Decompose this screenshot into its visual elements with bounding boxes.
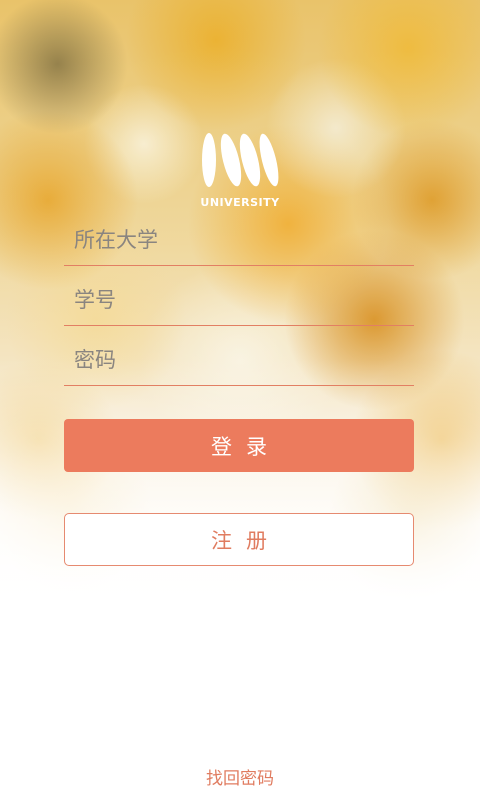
app-logo: UNIVERSITY — [190, 132, 290, 212]
university-field — [64, 205, 414, 266]
university-input[interactable] — [74, 223, 404, 257]
register-button[interactable]: 注册 — [64, 513, 414, 566]
login-button[interactable]: 登录 — [64, 419, 414, 472]
background-fade — [0, 0, 480, 800]
password-input[interactable] — [74, 343, 404, 377]
student-id-input[interactable] — [74, 283, 404, 317]
forgot-password-link[interactable]: 找回密码 — [0, 764, 480, 789]
university-logo-icon — [202, 133, 279, 187]
login-screen: UNIVERSITY 登录 注册 找回密码 — [0, 0, 480, 800]
password-field — [64, 325, 414, 386]
student-id-field — [64, 265, 414, 326]
